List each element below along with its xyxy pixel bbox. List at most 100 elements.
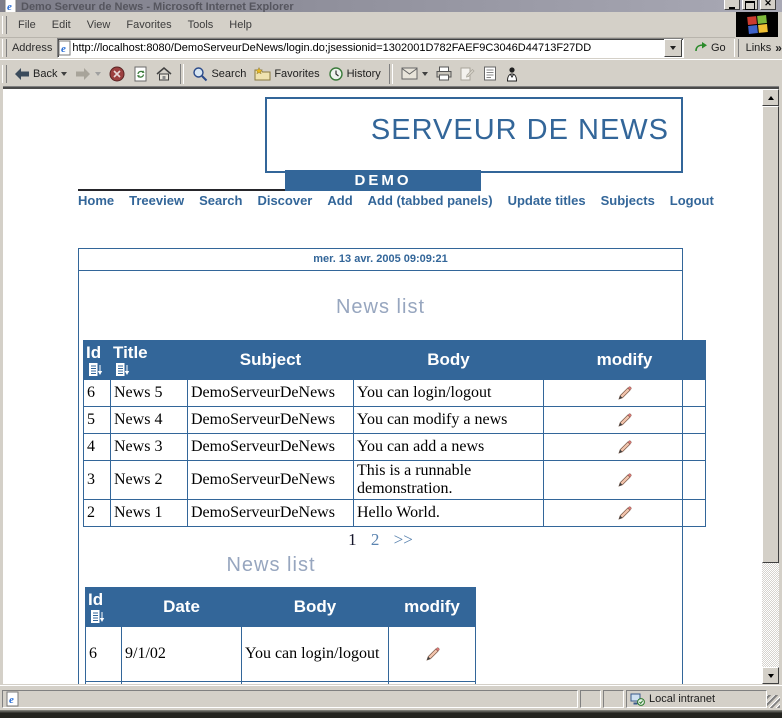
stop-button[interactable]: [105, 64, 129, 84]
pencil-icon[interactable]: [617, 440, 632, 455]
nav-link-search[interactable]: Search: [199, 193, 242, 208]
history-icon: [328, 66, 344, 82]
modify-cell[interactable]: [544, 407, 706, 434]
search-button[interactable]: Search: [188, 64, 250, 84]
nav-link-discover[interactable]: Discover: [257, 193, 312, 208]
menu-view[interactable]: View: [79, 16, 119, 34]
cell-title: News 5: [111, 380, 188, 407]
discuss-button[interactable]: [479, 64, 501, 83]
refresh-button[interactable]: [129, 64, 152, 84]
column-header-id[interactable]: Id: [86, 588, 122, 627]
history-label: History: [347, 68, 381, 80]
pencil-icon[interactable]: [425, 647, 440, 662]
menu-tools[interactable]: Tools: [180, 16, 222, 34]
forward-button[interactable]: [71, 65, 105, 83]
favorites-label: Favorites: [274, 68, 319, 80]
chevron-down-icon[interactable]: [95, 72, 101, 76]
go-label: Go: [711, 42, 726, 54]
status-main-pane: e: [2, 690, 578, 708]
toolbar-grip[interactable]: [2, 39, 7, 57]
scrollbar-thumb[interactable]: [762, 106, 779, 563]
modify-cell[interactable]: [544, 500, 706, 527]
menu-favorites[interactable]: Favorites: [118, 16, 179, 34]
cell-date: [122, 682, 242, 685]
toolbar-grip[interactable]: [2, 65, 7, 83]
address-dropdown-button[interactable]: [664, 39, 682, 57]
search-icon: [192, 66, 208, 82]
minimize-button[interactable]: [724, 0, 740, 10]
cell-id: 6: [86, 627, 122, 682]
history-button[interactable]: History: [324, 64, 385, 84]
nav-link-add-tabbed-panels[interactable]: Add (tabbed panels): [368, 193, 493, 208]
modify-cell[interactable]: [544, 380, 706, 407]
links-segment[interactable]: Links »: [746, 41, 782, 55]
column-header-date: Date: [122, 588, 242, 627]
resize-grip[interactable]: [767, 695, 780, 708]
standard-buttons-toolbar: Back: [0, 59, 782, 87]
links-label: Links: [746, 42, 772, 54]
cell-id: 2: [84, 500, 111, 527]
scroll-down-icon[interactable]: [762, 667, 779, 684]
pagination-page-2-link[interactable]: 2: [371, 530, 380, 549]
column-header-title[interactable]: Title: [111, 341, 188, 380]
back-button[interactable]: Back: [10, 65, 71, 83]
favorites-button[interactable]: Favorites: [250, 64, 323, 83]
column-header-label: Id: [86, 343, 101, 362]
nav-link-update-titles[interactable]: Update titles: [508, 193, 586, 208]
window-title: Demo Serveur de News - Microsoft Interne…: [21, 1, 294, 12]
ie-page-icon: e: [6, 691, 20, 707]
datetime-bar: mer. 13 avr. 2005 09:09:21: [79, 249, 682, 271]
chevron-down-icon[interactable]: [61, 72, 67, 76]
modify-cell[interactable]: [389, 682, 476, 685]
pagination: 1 2 >>: [79, 530, 682, 550]
menu-help[interactable]: Help: [221, 16, 260, 34]
column-header-label: Body: [427, 350, 470, 369]
edit-button[interactable]: [456, 64, 479, 83]
pencil-icon[interactable]: [617, 473, 632, 488]
pencil-icon[interactable]: [617, 413, 632, 428]
modify-cell[interactable]: [389, 627, 476, 682]
modify-cell[interactable]: [544, 434, 706, 461]
column-header-label: Date: [163, 597, 200, 616]
mail-button[interactable]: [397, 65, 432, 82]
menu-bar: FileEditViewFavoritesToolsHelp: [0, 12, 735, 38]
address-input[interactable]: [72, 42, 664, 54]
back-label: Back: [33, 68, 57, 80]
nav-link-home[interactable]: Home: [78, 193, 114, 208]
sort-icon[interactable]: [91, 610, 105, 624]
menu-edit[interactable]: Edit: [44, 16, 79, 34]
scroll-up-icon[interactable]: [762, 89, 779, 106]
column-header-body: Body: [242, 588, 389, 627]
menu-file[interactable]: File: [10, 16, 44, 34]
svg-text:e: e: [61, 43, 66, 55]
pencil-icon[interactable]: [617, 506, 632, 521]
chevron-down-icon[interactable]: [422, 72, 428, 76]
print-button[interactable]: [432, 64, 456, 83]
toolbar-grip[interactable]: [2, 16, 7, 34]
close-button[interactable]: ✕: [760, 0, 776, 10]
status-pane-2: [603, 690, 624, 708]
nav-link-subjects[interactable]: Subjects: [601, 193, 655, 208]
nav-link-logout[interactable]: Logout: [670, 193, 714, 208]
messenger-button[interactable]: [501, 64, 523, 84]
cell-subject: DemoServeurDeNews: [188, 500, 354, 527]
nav-link-add[interactable]: Add: [327, 193, 352, 208]
vertical-scrollbar[interactable]: [762, 89, 779, 684]
toolbar-separator: [389, 64, 393, 84]
content-frame: mer. 13 avr. 2005 09:09:21 News list Id …: [78, 248, 683, 684]
sort-icon[interactable]: [116, 363, 130, 377]
sort-icon[interactable]: [89, 363, 103, 377]
cell-subject: DemoServeurDeNews: [188, 434, 354, 461]
maximize-button[interactable]: [742, 0, 758, 10]
cell-body: You can login/logout: [354, 380, 544, 407]
modify-cell[interactable]: [544, 461, 706, 500]
title-bar[interactable]: e Demo Serveur de News - Microsoft Inter…: [0, 0, 782, 12]
pagination-next-link[interactable]: >>: [394, 530, 413, 549]
toolbar-grip[interactable]: [734, 39, 739, 57]
go-button[interactable]: Go: [689, 40, 732, 56]
home-button[interactable]: [152, 64, 176, 83]
pencil-icon[interactable]: [617, 386, 632, 401]
column-header-id[interactable]: Id: [84, 341, 111, 380]
news-list-title-1: News list: [79, 296, 682, 319]
nav-link-treeview[interactable]: Treeview: [129, 193, 184, 208]
